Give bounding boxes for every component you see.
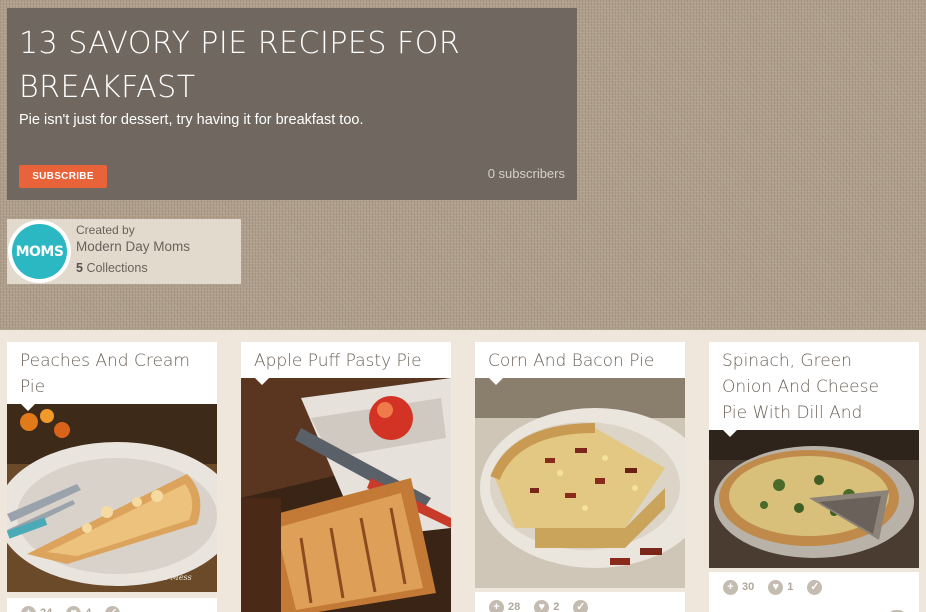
creator-panel[interactable]: MOMS Created by Modern Day Moms 5 Collec… <box>7 219 241 284</box>
watermark: Bless This Mess <box>126 573 192 582</box>
recipe-title[interactable]: Spinach, Green Onion And Cheese Pie With… <box>722 348 906 449</box>
collection-header: 13 SAVORY PIE RECIPES FOR BREAKFAST Pie … <box>0 0 926 330</box>
comment-row <box>709 602 919 612</box>
creator-avatar[interactable]: MOMS <box>8 220 71 283</box>
recipe-title[interactable]: Apple Puff Pasty Pie <box>254 348 438 374</box>
like-stat[interactable]: ♥ 2 <box>534 599 560 612</box>
done-stat[interactable]: ✓ <box>573 599 589 612</box>
like-count: 2 <box>553 601 560 612</box>
recipe-photo[interactable] <box>709 430 919 568</box>
peach-pie-photo: Bless This Mess <box>7 404 217 592</box>
creator-collections-link[interactable]: 5 Collections <box>76 261 148 275</box>
recipe-card[interactable]: Apple Puff Pasty Pie <box>241 342 451 612</box>
recipe-card-header[interactable]: Spinach, Green Onion And Cheese Pie With… <box>709 342 919 449</box>
plus-circle-icon: + <box>21 605 36 612</box>
heart-icon: ♥ <box>66 605 82 612</box>
like-count: 1 <box>787 581 794 593</box>
collection-title-panel: 13 SAVORY PIE RECIPES FOR BREAKFAST Pie … <box>7 8 577 200</box>
recipe-card[interactable]: Spinach, Green Onion And Cheese Pie With… <box>709 342 919 612</box>
collections-label: Collections <box>86 261 148 275</box>
check-icon: ✓ <box>807 579 823 595</box>
recipe-card-header[interactable]: Peaches And Cream Pie <box>7 342 217 411</box>
like-stat[interactable]: ♥ 1 <box>768 579 794 595</box>
corn-bacon-pie-photo <box>475 378 685 588</box>
like-stat[interactable]: ♥4 <box>66 605 91 612</box>
add-count: 30 <box>742 581 755 593</box>
recipe-card[interactable]: Peaches And Cream Pie Bless This Mess +2… <box>7 342 217 612</box>
recipe-stats: +24 ♥4 ✓ <box>7 598 217 612</box>
plus-circle-icon: + <box>723 579 738 595</box>
creator-name-link[interactable]: Modern Day Moms <box>76 239 190 254</box>
collection-title: 13 SAVORY PIE RECIPES FOR BREAKFAST <box>19 26 461 105</box>
moms-logo: MOMS <box>12 224 67 279</box>
check-icon: ✓ <box>105 605 121 612</box>
recipe-card-header[interactable]: Corn And Bacon Pie <box>475 342 685 385</box>
spinach-cheese-pie-photo <box>709 430 919 568</box>
recipe-title[interactable]: Corn And Bacon Pie <box>488 348 672 374</box>
heart-icon: ♥ <box>534 599 550 612</box>
add-count: 28 <box>508 601 521 612</box>
done-stat[interactable]: ✓ <box>807 579 823 595</box>
created-by-label: Created by <box>76 223 135 237</box>
recipe-stats: +30 ♥ 1 ✓ <box>709 572 919 602</box>
recipe-photo[interactable]: Bless This Mess <box>7 404 217 592</box>
add-count: 24 <box>40 607 52 612</box>
recipe-photo[interactable] <box>475 378 685 588</box>
plus-circle-icon: + <box>489 599 504 612</box>
recipe-card-header[interactable]: Apple Puff Pasty Pie <box>241 342 451 385</box>
recipe-title[interactable]: Peaches And Cream Pie <box>20 348 204 400</box>
check-icon: ✓ <box>573 599 589 612</box>
recipe-photo[interactable] <box>241 378 451 612</box>
apple-puff-pastry-photo <box>241 378 451 612</box>
add-stat[interactable]: +24 <box>21 605 52 612</box>
heart-icon: ♥ <box>768 579 784 595</box>
collection-description: Pie isn't just for dessert, try having i… <box>19 112 364 128</box>
add-stat[interactable]: +30 <box>723 579 755 595</box>
collections-count: 5 <box>76 261 83 275</box>
add-stat[interactable]: +28 <box>489 599 521 612</box>
subscriber-count: 0 subscribers <box>487 166 565 181</box>
recipe-stats: +28 ♥ 2 ✓ <box>475 592 685 612</box>
like-count: 4 <box>85 607 91 612</box>
done-stat[interactable]: ✓ <box>105 605 121 612</box>
recipe-card[interactable]: Corn And Bacon Pie +28 ♥ 2 ✓ <box>475 342 685 612</box>
subscribe-button[interactable]: SUBSCRIBE <box>19 165 107 188</box>
